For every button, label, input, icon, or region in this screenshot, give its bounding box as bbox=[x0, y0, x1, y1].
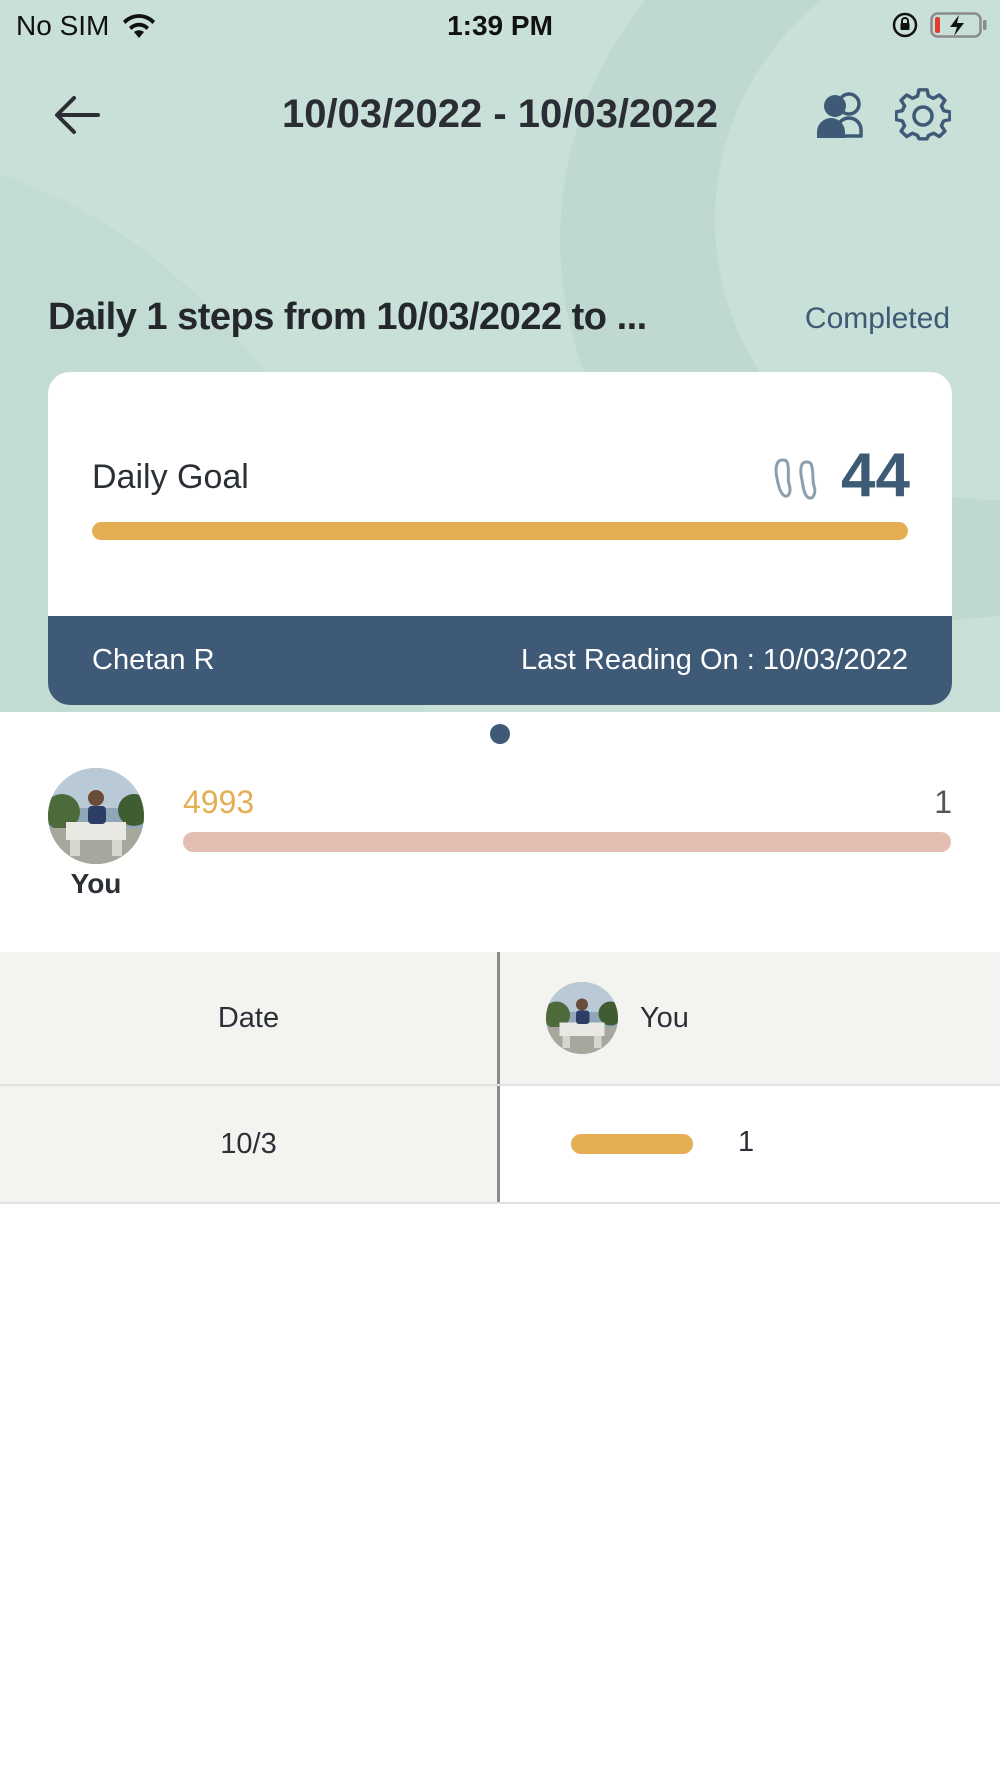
user-column-header: You bbox=[500, 952, 1000, 1084]
daily-goal-value: 44 bbox=[841, 441, 910, 510]
participants-button[interactable] bbox=[815, 90, 871, 142]
daily-goal-progress-bar bbox=[92, 522, 908, 540]
settings-button[interactable] bbox=[894, 88, 952, 144]
results-table: Date You 10/3 1 bbox=[0, 952, 1000, 1204]
orientation-lock-icon bbox=[892, 12, 918, 38]
last-reading-text: Last Reading On : 10/03/2022 bbox=[521, 644, 908, 676]
status-time: 1:39 PM bbox=[447, 10, 553, 41]
table-cell-value-text: 1 bbox=[738, 1126, 755, 1158]
challenge-title: Daily 1 steps from 10/03/2022 to ... bbox=[48, 296, 647, 338]
users-icon bbox=[817, 92, 863, 138]
page-indicator-dot bbox=[490, 724, 510, 744]
avatar bbox=[48, 768, 144, 864]
card-footer: Chetan R Last Reading On : 10/03/2022 bbox=[48, 616, 952, 705]
nav-bar: 10/03/2022 - 10/03/2022 bbox=[0, 80, 1000, 150]
footprints-icon bbox=[774, 458, 817, 500]
participant-steps: 4993 bbox=[183, 784, 255, 820]
user-column-label: You bbox=[640, 1002, 689, 1034]
battery-icon bbox=[930, 12, 987, 38]
challenge-status-badge: Completed bbox=[804, 302, 950, 335]
table-cell-date: 10/3 bbox=[0, 1086, 500, 1202]
participant-name: Chetan R bbox=[92, 644, 215, 676]
daily-goal-progress-fill bbox=[92, 522, 908, 540]
status-bar: No SIM 1:39 PM bbox=[0, 0, 1000, 50]
daily-goal-card[interactable]: Daily Goal 44 Chetan R Last Reading On :… bbox=[48, 372, 952, 705]
participant-you-label: You bbox=[70, 868, 122, 899]
gear-icon bbox=[894, 88, 952, 141]
date-column-header: Date bbox=[0, 952, 500, 1084]
daily-goal-label: Daily Goal bbox=[92, 458, 249, 496]
table-row: 10/3 1 bbox=[0, 1086, 1000, 1204]
table-cell-bar bbox=[571, 1134, 693, 1154]
table-header-row: Date You bbox=[0, 952, 1000, 1086]
participant-progress-bar bbox=[183, 832, 951, 852]
status-icons bbox=[890, 10, 988, 40]
table-cell-value: 1 bbox=[500, 1086, 1000, 1202]
participant-count: 1 bbox=[934, 784, 952, 820]
avatar bbox=[546, 982, 618, 1054]
